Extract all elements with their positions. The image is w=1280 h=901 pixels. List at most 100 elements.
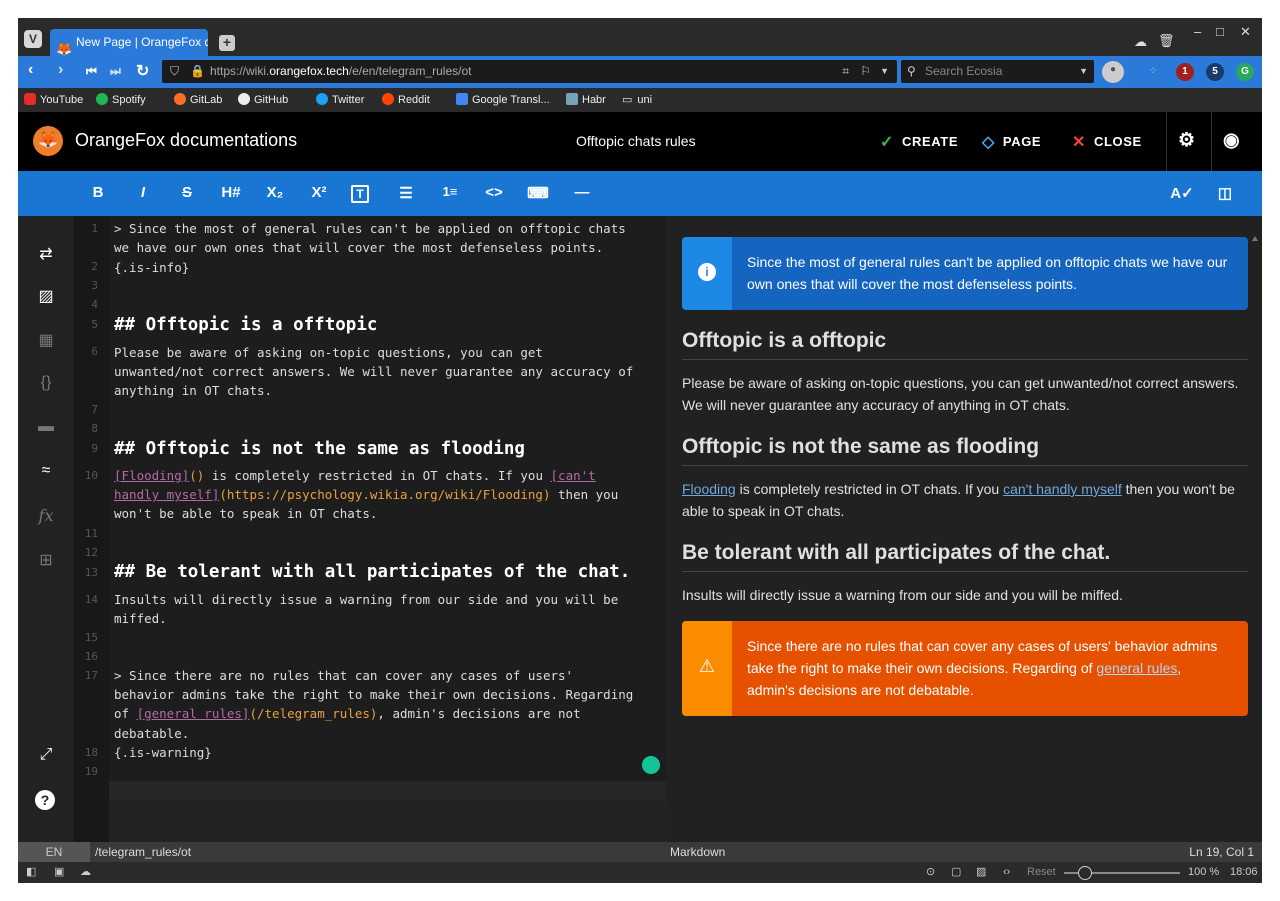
- profile-avatar[interactable]: ●: [1102, 61, 1124, 83]
- search-field[interactable]: ⚲ Search Ecosia ▼: [901, 60, 1094, 83]
- insert-video-icon[interactable]: ▬: [35, 418, 57, 436]
- help-icon[interactable]: ?: [35, 790, 55, 810]
- code-line: miffed.: [114, 611, 167, 626]
- bookmark-twitter[interactable]: Twitter: [316, 88, 364, 112]
- bookmark-google-translate[interactable]: Google Transl...: [456, 88, 550, 112]
- code-line: Insults will directly issue a warning fr…: [114, 592, 619, 607]
- bold-button[interactable]: B: [86, 184, 110, 201]
- create-button[interactable]: ✓ CREATE: [880, 132, 958, 152]
- grammarly-badge-icon[interactable]: [642, 756, 660, 774]
- insert-table-icon[interactable]: ⊞: [35, 550, 57, 570]
- cant-handly-myself-link[interactable]: can't handly myself: [1003, 481, 1122, 497]
- dropdown-icon[interactable]: ▼: [880, 60, 889, 83]
- close-window-button[interactable]: ✕: [1240, 24, 1251, 40]
- markdown-editor[interactable]: 1 2 3 4 5 6 7 8 9 10 11 12 13 14 15 16 1…: [74, 216, 667, 842]
- language-indicator[interactable]: EN: [18, 842, 90, 862]
- vpn-icon[interactable]: 5: [1206, 63, 1224, 81]
- forward-icon[interactable]: ›: [58, 61, 63, 79]
- code-line: unwanted/not correct answers. We will ne…: [114, 364, 634, 379]
- insert-block-icon[interactable]: ▦: [35, 330, 57, 350]
- horizontal-rule-button[interactable]: —: [570, 184, 594, 201]
- twitter-icon: [316, 93, 328, 105]
- bullet-list-button[interactable]: ☰: [394, 184, 418, 202]
- keyboard-button[interactable]: ⌨: [526, 184, 550, 202]
- orangefox-logo-icon[interactable]: 🦊: [33, 126, 63, 156]
- grammarly-icon[interactable]: G: [1236, 63, 1254, 81]
- italic-button[interactable]: I: [131, 184, 155, 201]
- superscript-button[interactable]: X²: [307, 184, 331, 201]
- tab-active[interactable]: 🦊 New Page | OrangeFox d: [50, 29, 208, 56]
- bookmark-habr[interactable]: Habr: [566, 88, 606, 112]
- ublock-icon[interactable]: 1: [1176, 63, 1194, 81]
- preview-toggle-icon[interactable]: ◫: [1213, 184, 1237, 202]
- app-header: 🦊 OrangeFox documentations Offtopic chat…: [18, 112, 1262, 171]
- vivaldi-menu-icon[interactable]: V: [24, 30, 42, 48]
- app-title[interactable]: OrangeFox documentations: [75, 130, 297, 151]
- maximize-button[interactable]: □: [1216, 24, 1224, 39]
- fast-forward-icon[interactable]: ⏭: [110, 64, 121, 79]
- extension-icon[interactable]: ⁘: [1144, 63, 1162, 81]
- line-number: 14: [84, 593, 98, 606]
- window-icon[interactable]: ▢: [951, 862, 961, 883]
- qr-icon[interactable]: ⌗: [842, 60, 849, 83]
- bookmark-youtube[interactable]: YouTube: [24, 88, 83, 112]
- rewind-icon[interactable]: ⏮: [86, 64, 97, 79]
- settings-gear-icon[interactable]: ⚙: [1178, 129, 1196, 152]
- image-icon[interactable]: ▨: [976, 862, 986, 883]
- search-engine-dropdown-icon[interactable]: ▼: [1079, 60, 1088, 83]
- code-button[interactable]: <>: [482, 184, 506, 201]
- code-line: {.is-info}: [114, 260, 190, 275]
- line-number: 11: [84, 527, 98, 540]
- search-placeholder: Search Ecosia: [925, 64, 1003, 78]
- panel-toggle-icon[interactable]: ◧: [26, 862, 36, 883]
- spellcheck-icon[interactable]: A✓: [1170, 184, 1194, 202]
- cloud-icon[interactable]: ☁: [1134, 34, 1147, 50]
- insert-math-icon[interactable]: fx: [35, 506, 57, 525]
- scroll-up-arrow-icon[interactable]: [1252, 236, 1258, 241]
- url-field[interactable]: ⛉ 🔒 https://wiki.orangefox.tech/e/en/tel…: [162, 60, 897, 83]
- numbered-list-button[interactable]: 1≡: [438, 184, 462, 199]
- insert-link-icon[interactable]: ⇄: [35, 244, 57, 264]
- trash-icon[interactable]: 🗑: [1158, 33, 1175, 49]
- url-domain: orangefox.tech: [269, 64, 349, 78]
- left-rail: ⇄ ▨ ▦ {} ▬ ≈ fx ⊞ ⤢ ?: [18, 216, 74, 842]
- bookmark-gitlab[interactable]: GitLab: [174, 88, 222, 112]
- code-line: {.is-warning}: [114, 745, 212, 760]
- heading-button[interactable]: H#: [219, 184, 243, 201]
- general-rules-link[interactable]: general rules: [1096, 660, 1177, 676]
- fullscreen-icon[interactable]: ⤢: [35, 746, 57, 764]
- new-tab-button[interactable]: +: [219, 35, 235, 51]
- line-number: 16: [84, 650, 98, 663]
- zoom-slider-handle[interactable]: [1078, 866, 1092, 880]
- bookmark-icon[interactable]: ⚐: [860, 60, 871, 83]
- bookmark-reddit[interactable]: Reddit: [382, 88, 430, 112]
- sync-cloud-icon[interactable]: ☁: [80, 862, 91, 883]
- insert-image-icon[interactable]: ▨: [35, 286, 57, 306]
- capture-icon[interactable]: ⊙: [926, 862, 935, 883]
- bookmark-spotify[interactable]: Spotify: [96, 88, 146, 112]
- code-heading: ## Offtopic is not the same as flooding: [114, 439, 525, 459]
- back-icon[interactable]: ‹: [28, 61, 33, 79]
- zoom-reset-button[interactable]: Reset: [1027, 862, 1056, 883]
- close-button[interactable]: ✕ CLOSE: [1072, 132, 1142, 152]
- page-actions-icon[interactable]: ‹›: [1003, 862, 1010, 883]
- shield-icon[interactable]: ⛉: [170, 60, 179, 83]
- habr-icon: [566, 93, 578, 105]
- flooding-link[interactable]: Flooding: [682, 481, 736, 497]
- subscript-button[interactable]: X₂: [263, 184, 287, 201]
- strikethrough-button[interactable]: S: [175, 184, 199, 201]
- minimize-button[interactable]: –: [1194, 24, 1201, 39]
- heading-tolerant: Be tolerant with all participates of the…: [682, 541, 1248, 572]
- insert-diagram-icon[interactable]: ≈: [35, 462, 57, 480]
- bookmark-folder-uni[interactable]: ▭ uni: [622, 88, 652, 112]
- tab-tiling-icon[interactable]: ▣: [54, 862, 64, 883]
- code-line: anything in OT chats.: [114, 383, 273, 398]
- editor-empty-area[interactable]: [109, 801, 667, 842]
- account-icon[interactable]: ◉: [1223, 129, 1240, 152]
- check-icon: ✓: [880, 134, 895, 151]
- text-box-button[interactable]: T: [351, 185, 369, 203]
- reload-icon[interactable]: ↻: [136, 61, 149, 81]
- bookmark-github[interactable]: GitHub: [238, 88, 288, 112]
- page-button[interactable]: ◇ PAGE: [982, 132, 1041, 152]
- insert-code-block-icon[interactable]: {}: [35, 374, 57, 392]
